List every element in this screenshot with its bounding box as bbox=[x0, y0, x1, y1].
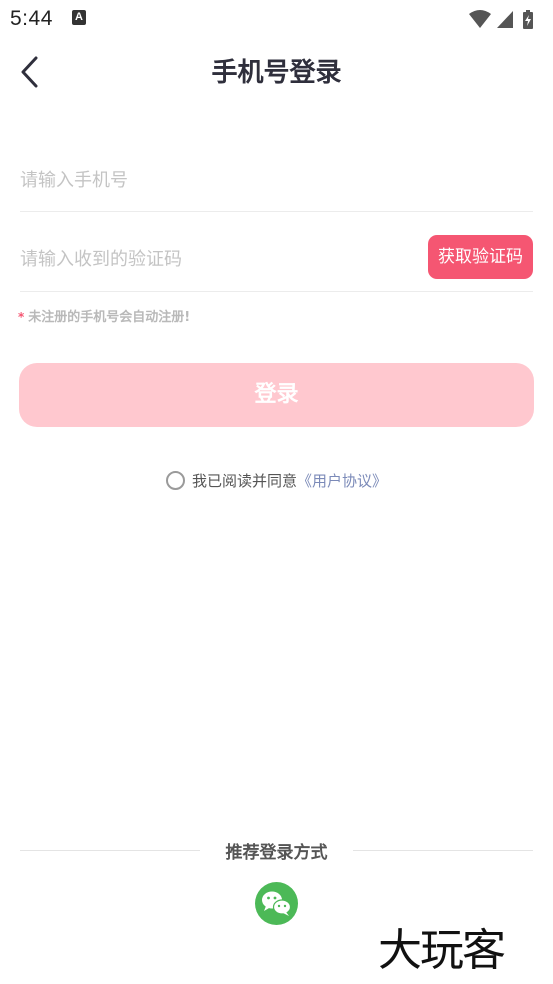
status-time: 5:44 bbox=[10, 7, 53, 30]
verification-code-input[interactable] bbox=[20, 228, 400, 291]
register-notice: * 未注册的手机号会自动注册! bbox=[18, 306, 190, 325]
register-notice-text: 未注册的手机号会自动注册! bbox=[28, 310, 191, 325]
required-star: * bbox=[18, 310, 25, 324]
watermark: 大玩客 bbox=[378, 925, 506, 976]
agreement-row: 我已阅读并同意《用户协议》 bbox=[0, 469, 553, 493]
agreement-text: 我已阅读并同意 bbox=[191, 472, 297, 490]
signal-icon bbox=[497, 11, 513, 28]
get-code-button[interactable]: 获取验证码 bbox=[428, 235, 533, 279]
wechat-login-button[interactable] bbox=[255, 882, 298, 925]
login-button[interactable]: 登录 bbox=[19, 363, 534, 427]
code-field-container: 获取验证码 bbox=[20, 228, 533, 292]
phone-input[interactable] bbox=[20, 150, 500, 211]
page-title: 手机号登录 bbox=[211, 58, 342, 88]
notification-a-icon: A bbox=[72, 10, 86, 25]
wechat-icon bbox=[262, 891, 292, 916]
phone-field-container bbox=[20, 150, 533, 212]
status-icons bbox=[465, 8, 545, 30]
status-bar: 5:44 A bbox=[0, 0, 553, 38]
agreement-radio[interactable] bbox=[165, 471, 185, 490]
wifi-icon bbox=[469, 10, 491, 28]
recommend-login-label: 推荐登录方式 bbox=[225, 843, 328, 863]
battery-charging-icon bbox=[523, 10, 533, 29]
user-agreement-link[interactable]: 《用户协议》 bbox=[297, 472, 387, 490]
